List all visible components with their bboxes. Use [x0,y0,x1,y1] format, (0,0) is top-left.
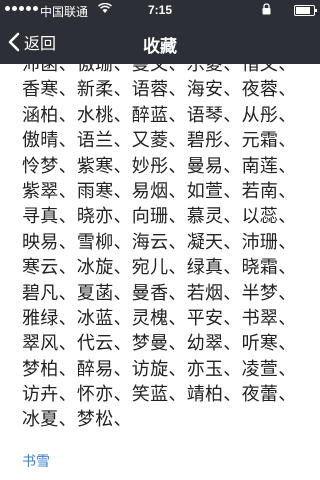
favorites-content[interactable]: 沛菡、傲珊、曼文、乐菱、惜文、 香寒、新柔、语蓉、海安、夜蓉、 涵柏、水桃、醉蓝… [0,64,320,480]
name-row: 寒云、冰旋、宛儿、绿真、晓霜、 [22,257,297,279]
name-link[interactable]: 书雪 [22,451,50,471]
name-row: 碧凡、夏菡、曼香、若烟、半梦、 [22,282,297,304]
name-row: 香寒、新柔、语蓉、海安、夜蓉、 [22,79,297,101]
name-row: 涵柏、水桃、醉蓝、语琴、从彤、 [22,104,297,126]
name-row: 访卉、怀亦、笑蓝、靖柏、夜蕾、 [22,384,297,406]
name-row: 怜梦、紫寒、妙彤、曼易、南莲、 [22,155,297,177]
page-title: 收藏 [143,37,177,57]
name-row: 映易、雪柳、海云、凝天、沛珊、 [22,231,297,253]
name-row: 傲晴、语兰、又菱、碧彤、元霜、 [22,130,297,152]
name-row: 冰夏、梦松、 [22,409,132,431]
rotation-lock-icon [262,3,271,18]
battery-icon [294,5,317,16]
name-row: 紫翠、雨寒、易烟、如萱、若南、 [22,180,297,202]
navigation-bar: 返回 收藏 [0,20,320,64]
name-list: 沛菡、傲珊、曼文、乐菱、惜文、 香寒、新柔、语蓉、海安、夜蓉、 涵柏、水桃、醉蓝… [22,64,312,433]
name-row: 雅绿、冰蓝、灵槐、平安、书翠、 [22,307,297,329]
name-row: 梦柏、醉易、访旋、亦玉、凌萱、 [22,358,297,380]
name-row: 沛菡、傲珊、曼文、乐菱、惜文、 [22,64,297,75]
name-row: 寻真、晓亦、向珊、慕灵、以蕊、 [22,206,297,228]
battery-level-fill [296,7,311,14]
status-time: 7:15 [147,3,173,17]
status-bar: 中国联通 7:15 [0,0,320,20]
name-row: 翠风、代云、梦曼、幼翠、听寒、 [22,333,297,355]
